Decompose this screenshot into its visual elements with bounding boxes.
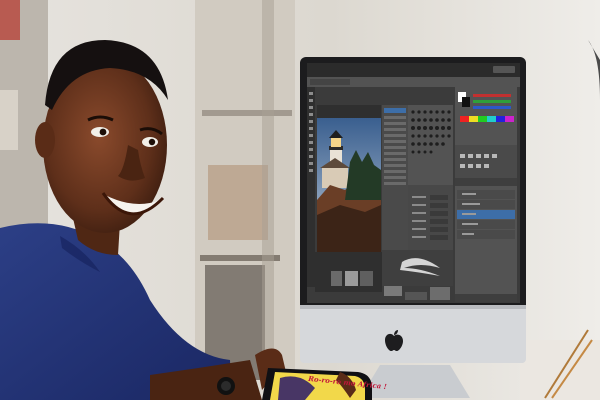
editor-menubar xyxy=(307,63,520,77)
photo-scene: Ro-ro-ro mo Africa ! xyxy=(0,0,600,400)
editor-toolbar xyxy=(307,87,315,287)
monitor-chin xyxy=(300,305,526,363)
scene-svg xyxy=(0,0,600,400)
editor-screen xyxy=(307,63,520,303)
adjustments-panel xyxy=(455,145,517,178)
person-ear xyxy=(35,122,55,158)
brush-settings xyxy=(408,185,453,250)
desk xyxy=(520,340,600,400)
